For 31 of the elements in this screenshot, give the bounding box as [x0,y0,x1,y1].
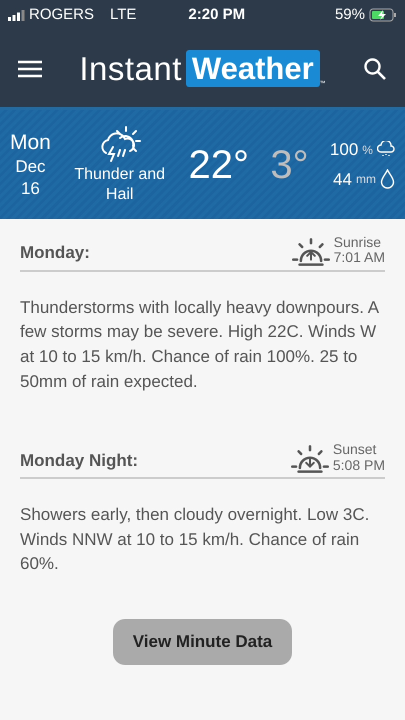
water-drop-icon [380,169,395,190]
logo-badge: Weather [186,50,320,88]
view-minute-data-button[interactable]: View Minute Data [112,619,292,665]
condition-text: Thunder and Hail [73,165,166,204]
date-number: 16 [20,178,41,199]
forecast-text: Thunderstorms with locally heavy downpours. A few storms may be severe. High 22C. Winds W at 10 to 15 km/h. Chance of rain 100%. 25 to 50mm of rain expected. [20,296,380,393]
network-type: LTE [110,4,136,25]
month-name: Dec [14,156,47,178]
menu-icon[interactable] [18,60,42,78]
sun-time: 7:01 AM [334,250,385,266]
sun-label: Sunset [332,442,378,458]
logo-text: Instant [79,48,182,89]
forecast-text: Showers early, then cloudy overnight. Low 3C. Winds NNW at 10 to 15 km/h. Chance of rain 60%. [20,504,370,576]
precip-amount: 44 [333,168,352,190]
day-name: Mon [10,130,51,156]
period-title: Monday: [20,242,90,264]
sun-time: 5:08 PM [332,458,385,474]
status-time: 2:20 PM [188,4,246,25]
percent-unit: % [362,142,373,159]
low-temperature: 3° [270,142,309,188]
sun-label: Sunrise [334,235,382,250]
high-temperature: 22° [188,142,250,188]
carrier-name: ROGERS [29,4,94,25]
precip-chance: 100 [330,139,358,161]
search-icon[interactable] [362,56,387,80]
battery-charging-icon [369,8,397,22]
rain-cloud-icon [376,141,395,158]
period-title: Monday Night: [20,450,138,472]
millimeter-unit: mm [356,171,376,188]
signal-icon [8,10,25,20]
battery-percent: 59% [334,4,365,25]
